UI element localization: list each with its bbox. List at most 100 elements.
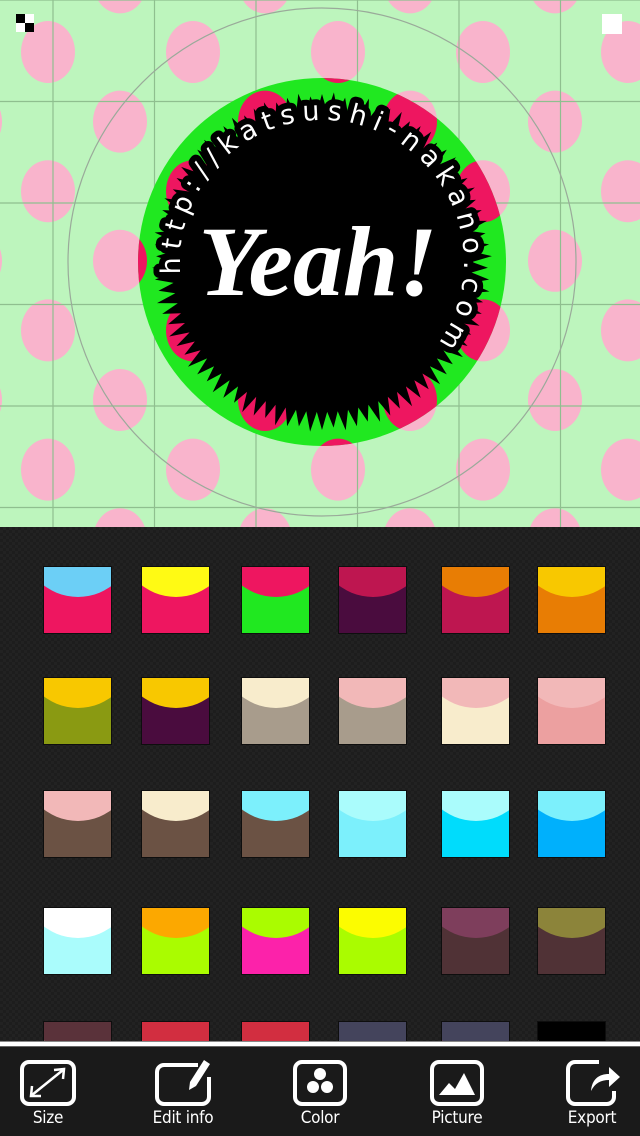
swatch-accent-arc xyxy=(339,791,406,821)
swatch-accent-arc xyxy=(242,791,309,821)
swatch-accent-arc xyxy=(242,1022,309,1041)
bottom-toolbar: Size Edit info Color Picture Export xyxy=(0,1047,640,1136)
color-swatch[interactable] xyxy=(339,908,406,974)
swatch-accent-arc xyxy=(339,567,406,597)
swatch-accent-arc xyxy=(538,908,605,938)
swatch-accent-arc xyxy=(142,567,209,597)
color-swatch[interactable] xyxy=(242,791,309,857)
polka-dot xyxy=(387,0,433,14)
color-swatch[interactable] xyxy=(538,1022,605,1041)
color-palette-grid[interactable] xyxy=(0,527,640,1041)
color-swatch[interactable] xyxy=(339,791,406,857)
color-swatch[interactable] xyxy=(242,1022,309,1041)
swatch-accent-arc xyxy=(142,791,209,821)
swatch-accent-arc xyxy=(242,908,309,938)
polka-dot xyxy=(0,508,2,527)
color-swatch[interactable] xyxy=(442,791,509,857)
swatch-accent-arc xyxy=(242,678,309,708)
color-swatch[interactable] xyxy=(142,791,209,857)
color-swatch[interactable] xyxy=(44,1022,111,1041)
color-swatch[interactable] xyxy=(44,678,111,744)
color-swatch[interactable] xyxy=(538,908,605,974)
color-button[interactable]: Color xyxy=(270,1053,370,1133)
polka-dot xyxy=(95,508,145,527)
polka-dot xyxy=(601,299,640,362)
badge-title: Yeah! xyxy=(199,206,438,317)
swatch-accent-arc xyxy=(44,678,111,708)
polka-dot xyxy=(21,299,75,362)
picture-mountains-icon xyxy=(430,1060,484,1106)
color-swatch[interactable] xyxy=(142,567,209,633)
color-swatch[interactable] xyxy=(339,1022,406,1041)
color-swatch[interactable] xyxy=(538,567,605,633)
color-swatch[interactable] xyxy=(142,1022,209,1041)
polka-dot xyxy=(93,90,147,153)
swatch-accent-arc xyxy=(442,1022,509,1041)
swatch-accent-arc xyxy=(44,1022,111,1041)
color-swatch[interactable] xyxy=(242,908,309,974)
color-swatch[interactable] xyxy=(442,567,509,633)
swatch-accent-arc xyxy=(44,791,111,821)
color-swatch[interactable] xyxy=(44,791,111,857)
color-dots-icon xyxy=(293,1060,347,1106)
picture-label: Picture xyxy=(431,1108,483,1128)
color-swatch[interactable] xyxy=(339,567,406,633)
swatch-accent-arc xyxy=(242,567,309,597)
color-swatch[interactable] xyxy=(44,908,111,974)
checker-handle-icon[interactable] xyxy=(16,14,34,32)
swatch-accent-arc xyxy=(442,908,509,938)
swatch-accent-arc xyxy=(142,678,209,708)
polka-dot xyxy=(385,508,435,527)
export-button[interactable]: Export xyxy=(542,1053,640,1133)
rim-dot xyxy=(0,508,2,527)
swatch-accent-arc xyxy=(538,567,605,597)
polka-dot xyxy=(0,249,2,273)
color-label: Color xyxy=(300,1108,340,1128)
color-swatch[interactable] xyxy=(142,678,209,744)
color-swatch[interactable] xyxy=(538,791,605,857)
size-button[interactable]: Size xyxy=(0,1053,98,1133)
polka-dot xyxy=(528,229,582,292)
color-swatch[interactable] xyxy=(339,678,406,744)
polka-dot xyxy=(528,369,582,431)
swatch-accent-arc xyxy=(442,678,509,708)
polka-dot xyxy=(0,388,2,412)
polka-dot xyxy=(97,0,143,14)
resize-icon xyxy=(20,1060,76,1106)
picture-button[interactable]: Picture xyxy=(407,1053,507,1133)
rim-dot xyxy=(0,0,2,13)
swatch-accent-arc xyxy=(538,678,605,708)
badge-preview-canvas[interactable]: http://katsushi-nakano.com http://katsus… xyxy=(0,0,640,527)
color-swatch[interactable] xyxy=(538,678,605,744)
swatch-accent-arc xyxy=(442,567,509,597)
polka-dot xyxy=(0,0,2,13)
swatch-accent-arc xyxy=(44,567,111,597)
swatch-accent-arc xyxy=(142,1022,209,1041)
swatch-accent-arc xyxy=(142,908,209,938)
badge-preview-svg: http://katsushi-nakano.com http://katsus… xyxy=(0,0,640,527)
edit-pencil-icon xyxy=(155,1060,211,1106)
polka-dot xyxy=(21,160,75,223)
square-handle-icon[interactable] xyxy=(602,14,622,34)
polka-dot xyxy=(530,508,580,527)
color-swatch[interactable] xyxy=(242,678,309,744)
polka-dot xyxy=(532,0,578,14)
color-swatch[interactable] xyxy=(44,567,111,633)
polka-dot xyxy=(456,438,510,501)
polka-dot xyxy=(240,508,290,527)
export-label: Export xyxy=(567,1108,617,1128)
polka-dot xyxy=(93,369,147,431)
edit-info-label: Edit info xyxy=(152,1108,214,1128)
color-swatch[interactable] xyxy=(442,1022,509,1041)
swatch-accent-arc xyxy=(538,1022,605,1041)
polka-dot xyxy=(601,438,640,501)
polka-dot xyxy=(601,160,640,223)
swatch-accent-arc xyxy=(442,791,509,821)
color-swatch[interactable] xyxy=(442,678,509,744)
export-share-icon xyxy=(566,1060,620,1106)
color-swatch[interactable] xyxy=(442,908,509,974)
edit-info-button[interactable]: Edit info xyxy=(133,1053,233,1133)
swatch-accent-arc xyxy=(339,678,406,708)
color-swatch[interactable] xyxy=(242,567,309,633)
color-swatch[interactable] xyxy=(142,908,209,974)
